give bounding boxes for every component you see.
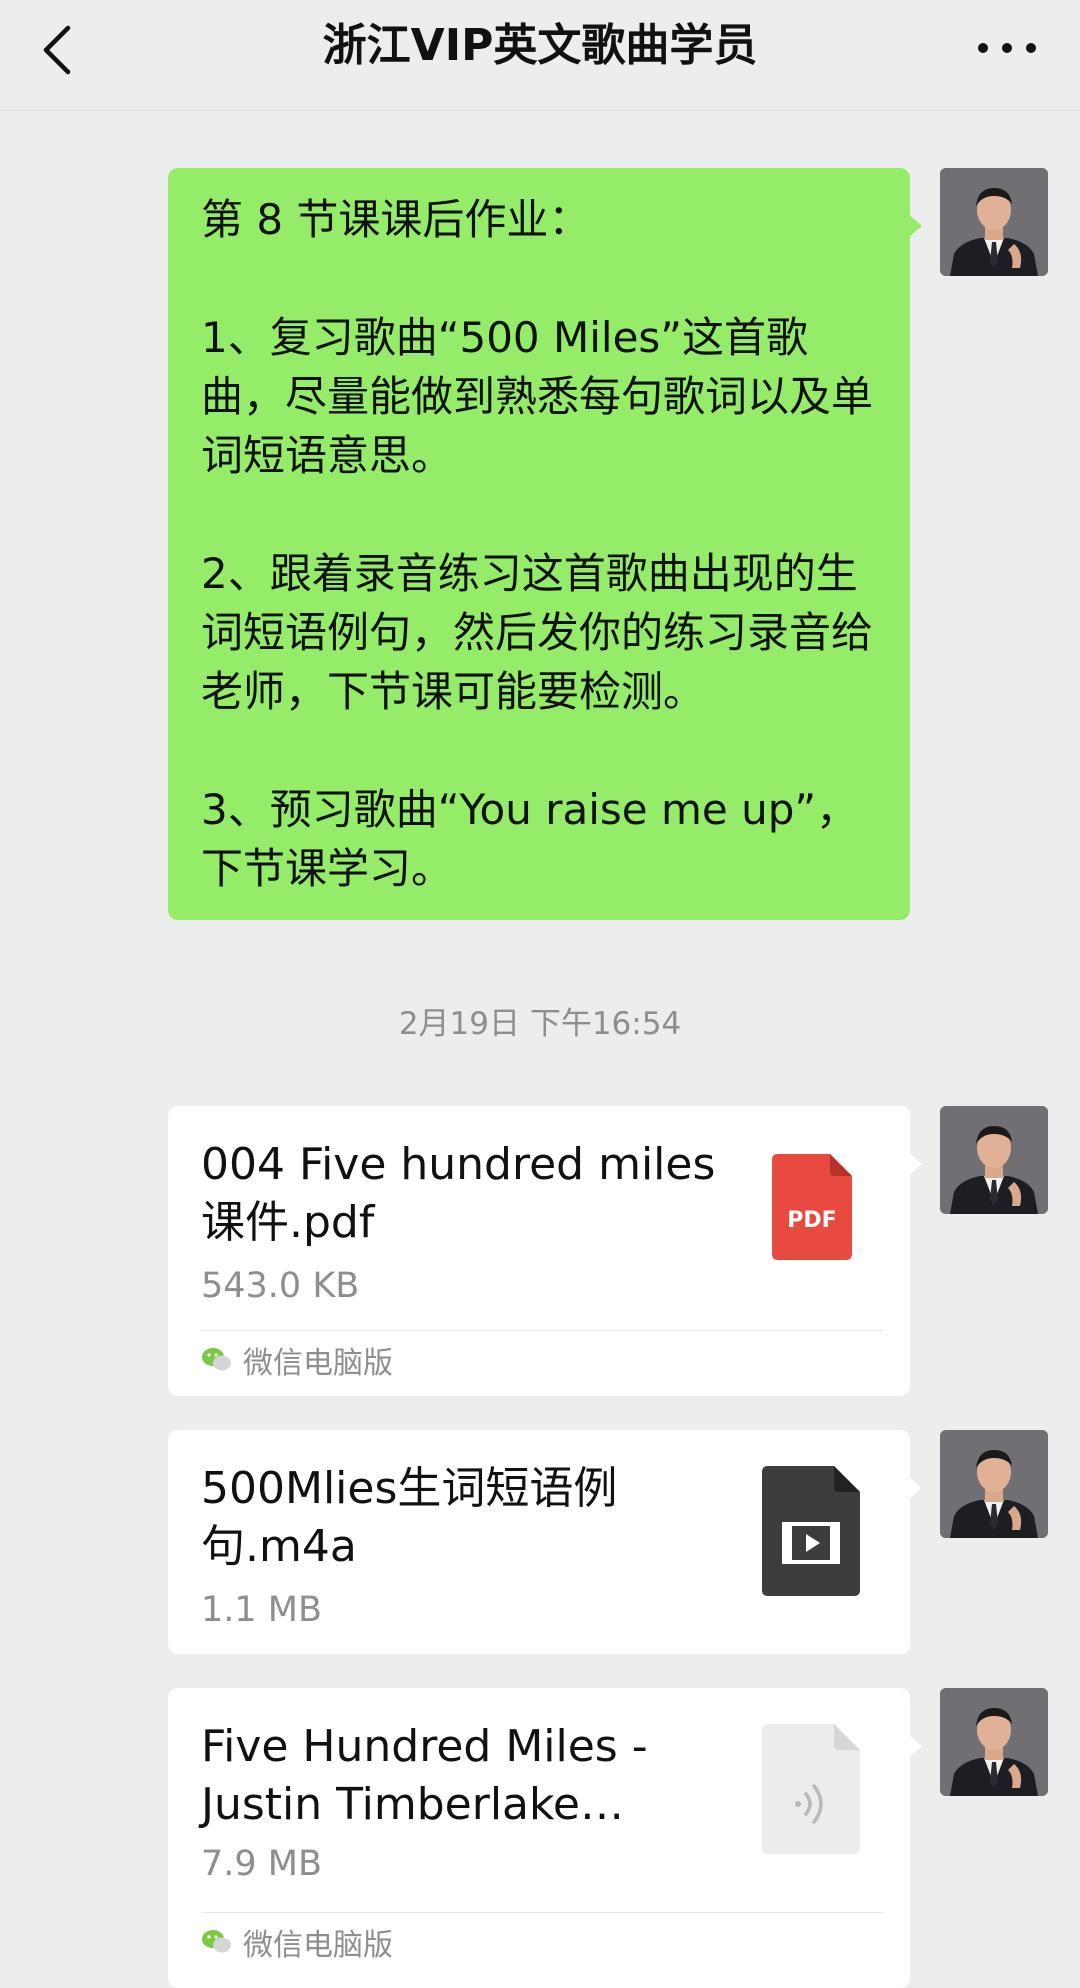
message-timestamp: 2月19日 下午16:54 <box>398 1006 682 1042</box>
bubble-tail <box>908 1734 922 1758</box>
chat-title: 浙江VIP英文歌曲学员 <box>322 20 758 71</box>
video-file-icon <box>762 1466 860 1596</box>
file-size: 7.9 MB <box>201 1844 322 1884</box>
avatar[interactable] <box>940 168 1048 276</box>
file-divider <box>201 1330 883 1331</box>
user-photo-icon <box>940 1430 1048 1538</box>
file-message-mp3[interactable]: Five Hundred Miles - Justin Timberlake… … <box>168 1688 922 1988</box>
file-size: 543.0 KB <box>201 1266 360 1306</box>
avatar[interactable] <box>940 1106 1048 1214</box>
file-divider <box>201 1912 883 1913</box>
audio-file-icon <box>762 1724 860 1854</box>
file-source-label: 微信电脑版 <box>243 1928 393 1963</box>
bubble-tail <box>908 1476 922 1500</box>
chat-header: 浙江VIP英文歌曲学员 <box>0 0 1080 111</box>
file-message-m4a[interactable]: 500Mlies生词短语例句.m4a 1.1 MB <box>168 1430 922 1654</box>
wechat-logo-icon <box>202 1930 231 1953</box>
pdf-icon-label: PDF <box>787 1208 836 1233</box>
pdf-file-icon: PDF <box>772 1154 852 1260</box>
avatar[interactable] <box>940 1430 1048 1538</box>
file-name: 004 Five hundred miles 课件.pdf <box>201 1139 716 1248</box>
user-photo-icon <box>940 1688 1048 1796</box>
file-name: 500Mlies生词短语例句.m4a <box>201 1463 618 1572</box>
bubble-tail <box>908 1152 922 1176</box>
more-horizontal-icon[interactable] <box>974 30 1040 66</box>
homework-message-bubble[interactable]: 第 8 节课课后作业： 1、复习歌曲“500 Miles”这首歌曲，尽量能做到熟… <box>168 168 922 920</box>
file-size: 1.1 MB <box>201 1590 322 1630</box>
homework-message-text: 第 8 节课课后作业： 1、复习歌曲“500 Miles”这首歌曲，尽量能做到熟… <box>201 195 874 893</box>
user-photo-icon <box>940 1106 1048 1214</box>
file-name: Five Hundred Miles - Justin Timberlake… <box>201 1721 648 1830</box>
file-source: 微信电脑版 <box>201 1920 393 1964</box>
wechat-logo-icon <box>202 1348 231 1371</box>
avatar[interactable] <box>940 1688 1048 1796</box>
file-source-label: 微信电脑版 <box>243 1346 393 1381</box>
bubble-tail <box>908 214 922 238</box>
user-photo-icon <box>940 168 1048 276</box>
file-message-pdf[interactable]: 004 Five hundred miles 课件.pdf 543.0 KB P… <box>168 1106 922 1396</box>
file-source: 微信电脑版 <box>201 1338 393 1382</box>
